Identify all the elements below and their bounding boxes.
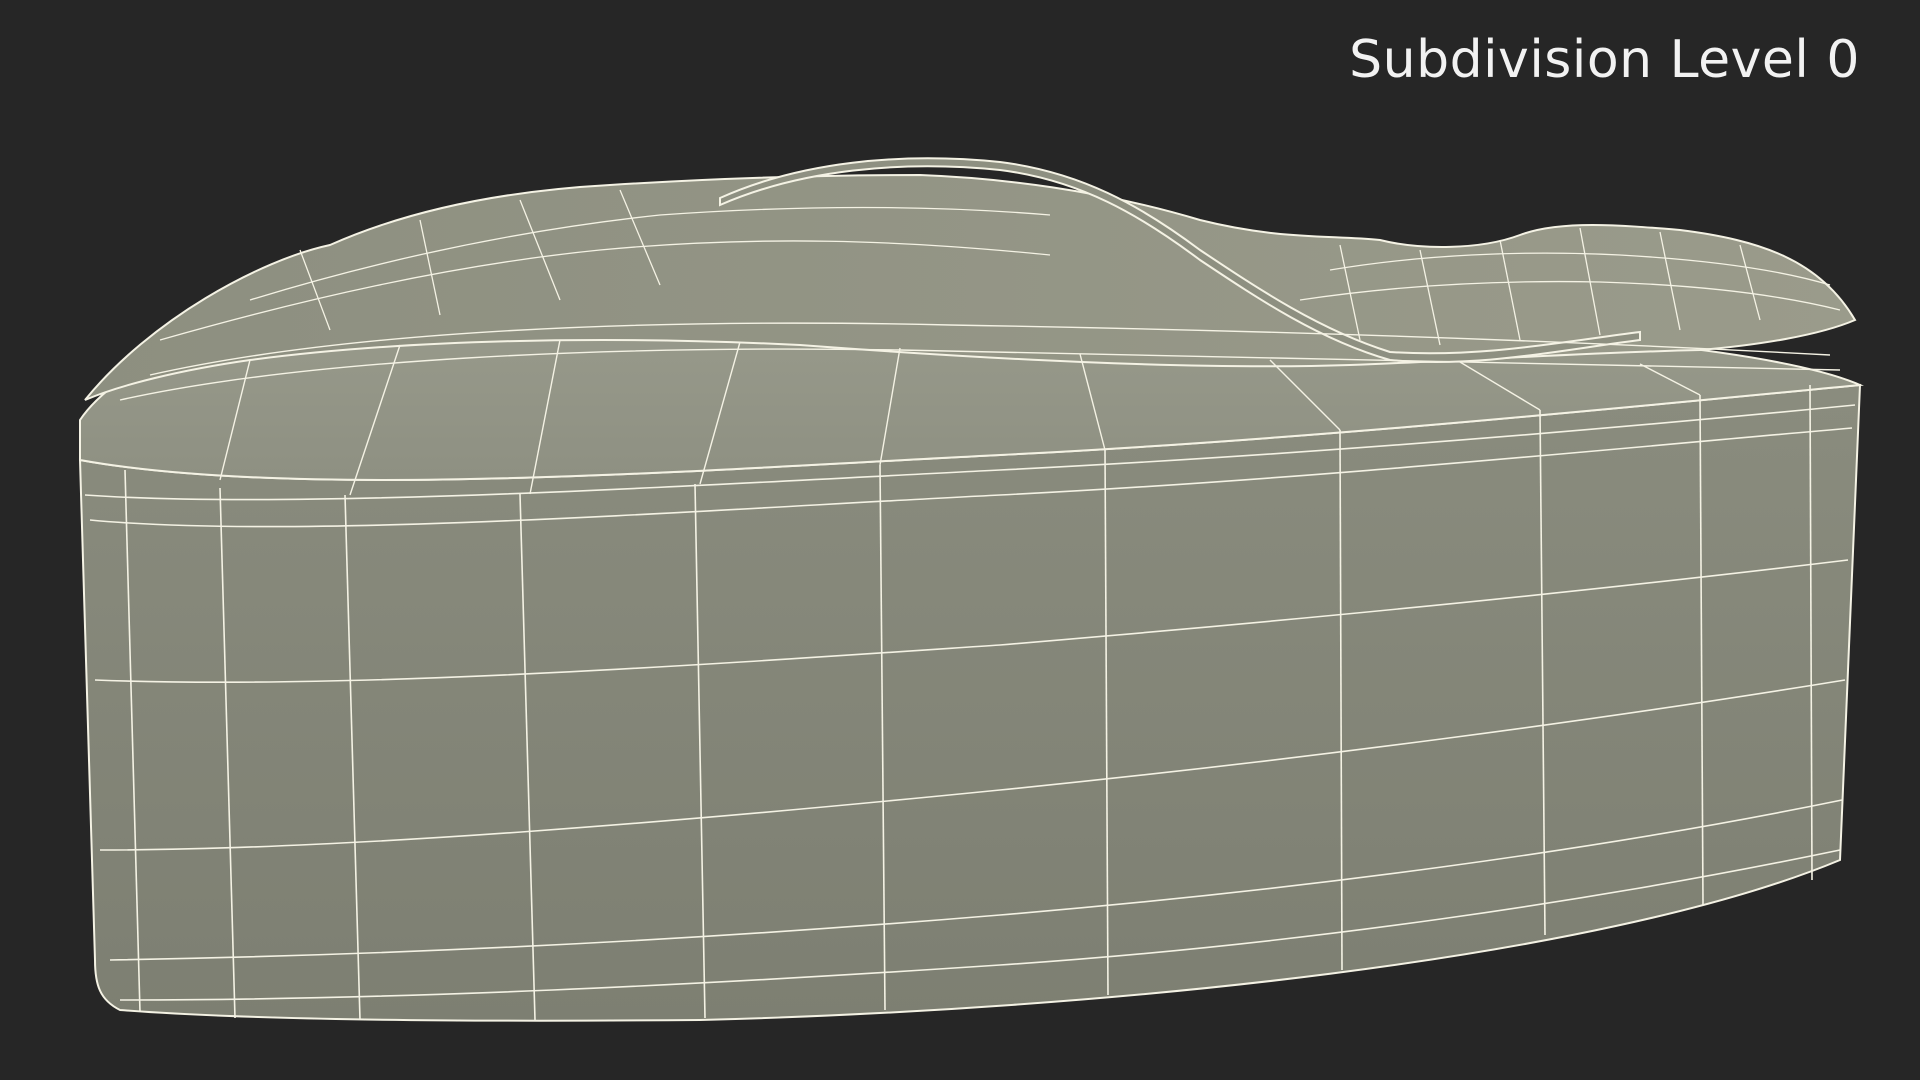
subdivision-level-label: Subdivision Level 0 [1349, 30, 1860, 90]
wireframe-model [78, 157, 1864, 1022]
viewport: Subdivision Level 0 [0, 0, 1920, 1080]
